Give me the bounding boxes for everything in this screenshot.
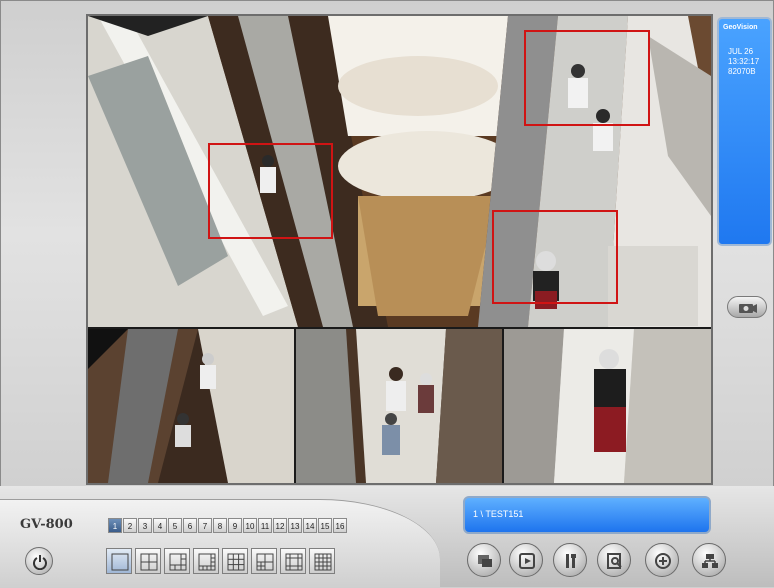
camera-status-label: 1 \ TEST151 [473, 509, 524, 519]
channel-button-9[interactable]: 9 [228, 518, 242, 533]
exit-button[interactable] [692, 543, 726, 577]
channel-button-3[interactable]: 3 [138, 518, 152, 533]
channel-button-13[interactable]: 13 [288, 518, 302, 533]
search-icon [607, 553, 622, 569]
motion-detection-box [492, 210, 618, 304]
channel-button-14[interactable]: 14 [303, 518, 317, 533]
camera-view-3[interactable] [296, 329, 502, 483]
channel-button-12[interactable]: 12 [273, 518, 287, 533]
search-button[interactable] [597, 543, 631, 577]
camera-setup-icon [478, 555, 492, 567]
disk-space-display: 82070B [728, 67, 756, 76]
escalator-scene-left [88, 329, 294, 483]
motion-detection-box [524, 30, 650, 126]
tools-icon [566, 554, 576, 568]
escalator-scene-right [504, 329, 711, 483]
geovision-logo: GeoVision [723, 24, 758, 31]
channel-button-7[interactable]: 7 [198, 518, 212, 533]
nine-view-icon [227, 553, 245, 571]
eight-view-icon [198, 553, 216, 571]
camera-setup-button[interactable] [467, 543, 501, 577]
network-icon [655, 553, 671, 569]
channel-button-1[interactable]: 1 [108, 518, 122, 533]
layout-single-button[interactable] [106, 548, 132, 574]
camera-status-display: 1 \ TEST151 [463, 496, 711, 534]
time-display: 13:32:17 [728, 57, 760, 66]
date-display: JUL 26 [728, 47, 754, 56]
model-label: GV-800 [20, 517, 73, 532]
camera-icon [739, 304, 757, 313]
quad-view-icon [140, 553, 158, 571]
escalator-scene-center [296, 329, 502, 483]
ten-view-icon [256, 553, 274, 571]
layout-eight-button[interactable] [193, 548, 219, 574]
channel-button-8[interactable]: 8 [213, 518, 227, 533]
info-panel: GeoVision JUL 26 13:32:17 82070B [717, 17, 772, 246]
layout-six-button[interactable] [164, 548, 190, 574]
exit-icon [702, 554, 718, 568]
channel-button-11[interactable]: 11 [258, 518, 272, 533]
playback-icon [519, 553, 535, 569]
six-view-icon [169, 553, 187, 571]
motion-detection-box [208, 143, 333, 239]
channel-selector: 1 2 3 4 5 6 7 8 9 10 11 12 13 14 15 16 [108, 518, 347, 533]
layout-quad-button[interactable] [135, 548, 161, 574]
layout-nine-button[interactable] [222, 548, 248, 574]
power-icon [33, 555, 47, 570]
power-button[interactable] [25, 547, 53, 575]
channel-button-6[interactable]: 6 [183, 518, 197, 533]
tools-button[interactable] [553, 543, 587, 577]
network-button[interactable] [645, 543, 679, 577]
layout-selector [106, 548, 335, 574]
screenshot-button[interactable] [727, 296, 767, 318]
channel-button-2[interactable]: 2 [123, 518, 137, 533]
channel-button-15[interactable]: 15 [318, 518, 332, 533]
channel-button-10[interactable]: 10 [243, 518, 257, 533]
channel-button-16[interactable]: 16 [333, 518, 347, 533]
camera-view-main[interactable] [88, 16, 711, 327]
video-display[interactable] [86, 14, 713, 485]
channel-button-4[interactable]: 4 [153, 518, 167, 533]
single-view-icon [111, 553, 129, 571]
sixteen-view-icon [314, 553, 332, 571]
camera-view-4[interactable] [504, 329, 711, 483]
layout-sixteen-button[interactable] [309, 548, 335, 574]
layout-ten-button[interactable] [251, 548, 277, 574]
channel-button-5[interactable]: 5 [168, 518, 182, 533]
thirteen-view-icon [285, 553, 303, 571]
layout-thirteen-button[interactable] [280, 548, 306, 574]
playback-button[interactable] [509, 543, 543, 577]
camera-view-2[interactable] [88, 329, 294, 483]
control-bar-left-panel [0, 499, 440, 588]
